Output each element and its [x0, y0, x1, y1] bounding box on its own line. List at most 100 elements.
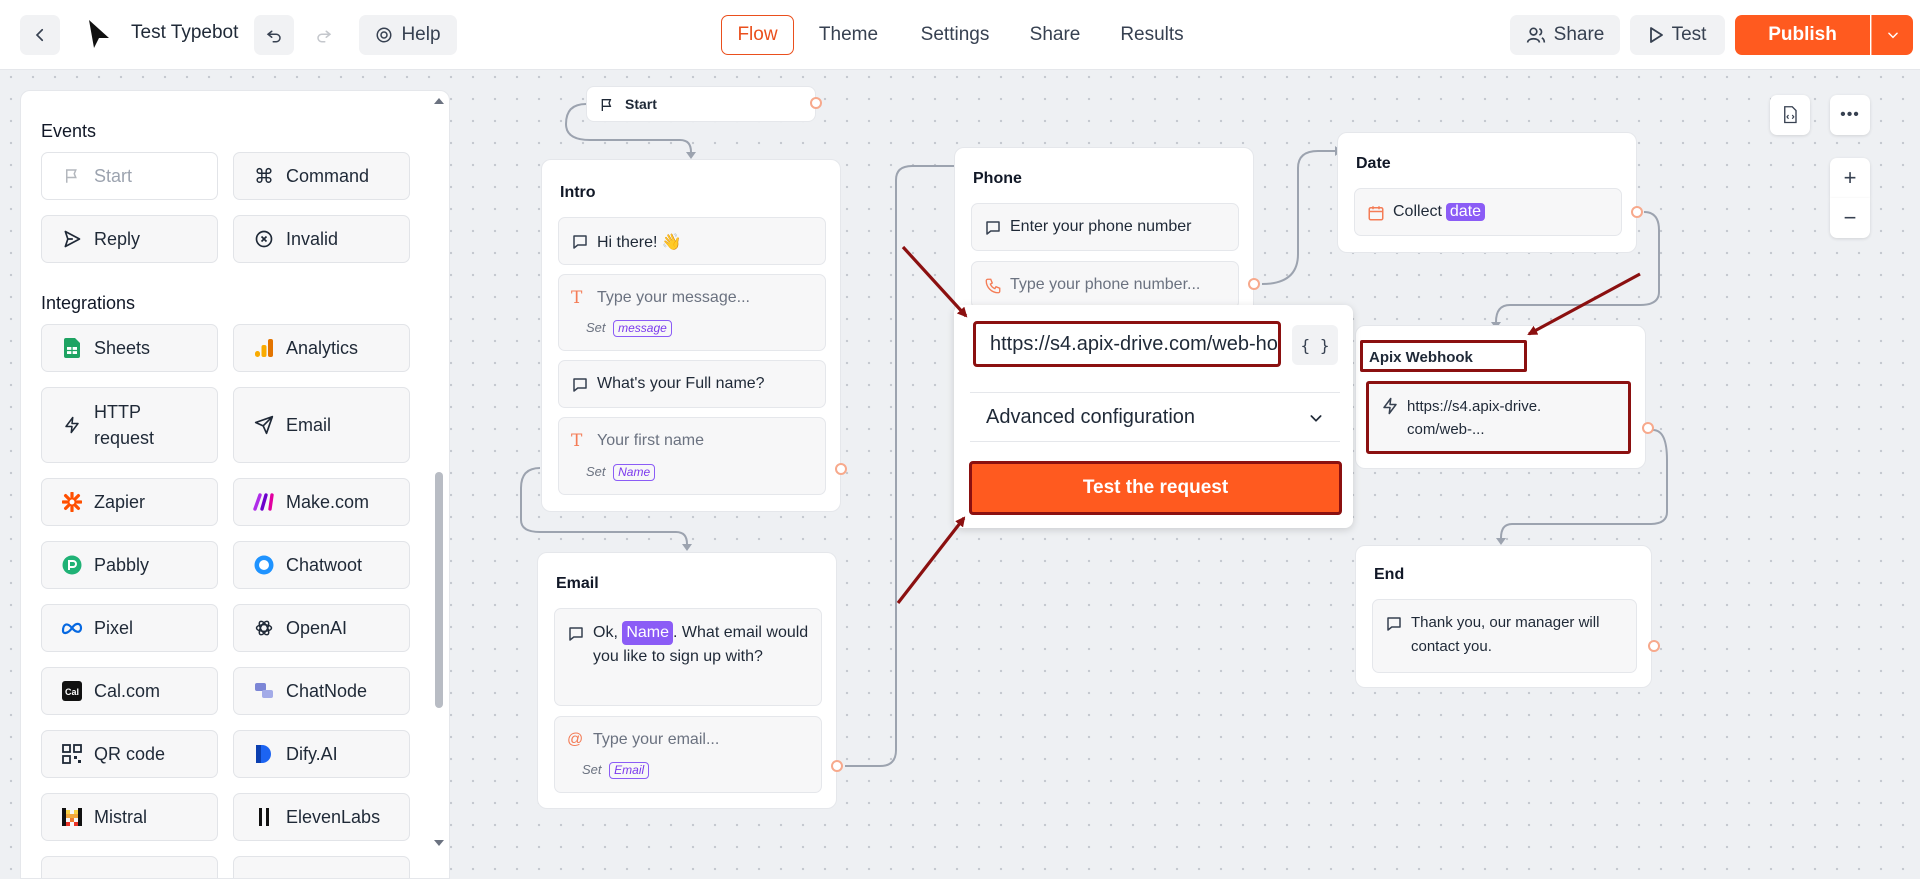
webhook-output-port[interactable]: [1642, 422, 1654, 434]
set-label: Set: [586, 320, 606, 335]
scroll-down-icon: [434, 840, 444, 846]
help-button[interactable]: Help: [359, 15, 457, 55]
block-command[interactable]: ⌘ Command: [233, 152, 410, 200]
text-bubble[interactable]: Enter your phone number: [971, 203, 1239, 251]
apix-webhook-group[interactable]: Apix Webhook https://s4.apix-drive.com/w…: [1355, 325, 1646, 469]
url-input[interactable]: https://s4.apix-drive.com/web-hook: [973, 321, 1281, 367]
block-sheets[interactable]: Sheets: [41, 324, 218, 372]
text-input-block[interactable]: T Type your message...: [558, 274, 826, 351]
block-invalid[interactable]: Invalid: [233, 215, 410, 263]
advanced-configuration-toggle[interactable]: Advanced configuration: [970, 392, 1340, 442]
insert-variable-button[interactable]: { }: [1292, 325, 1338, 365]
group-title[interactable]: Phone: [973, 170, 1022, 188]
chatwoot-icon: [254, 555, 274, 575]
block-http-request[interactable]: HTTP request: [41, 387, 218, 463]
block-label: Chatwoot: [286, 554, 363, 575]
block-chatnode[interactable]: ChatNode: [233, 667, 410, 715]
group-title[interactable]: Apix Webhook: [1369, 349, 1473, 366]
email-output-port[interactable]: [831, 760, 843, 772]
x-circle-icon: [255, 230, 273, 248]
bubble-text: Collect: [1393, 203, 1442, 220]
block-dify[interactable]: Dify.AI: [233, 730, 410, 778]
lightning-icon: [65, 416, 79, 434]
variable-tag: Email: [609, 762, 650, 779]
block-qr-code[interactable]: QR code: [41, 730, 218, 778]
block-pixel[interactable]: Pixel: [41, 604, 218, 652]
play-icon: [1649, 27, 1663, 43]
block-pabbly[interactable]: Pabbly: [41, 541, 218, 589]
text-bubble[interactable]: What's your Full name?: [558, 360, 826, 408]
chatnode-icon: [255, 683, 273, 698]
email-input-block[interactable]: @ Type your email...: [554, 716, 822, 793]
publish-dropdown-button[interactable]: [1871, 15, 1913, 55]
text-bubble[interactable]: Hi there! 👋: [558, 217, 826, 265]
sidebar-scroll-thumb[interactable]: [435, 472, 443, 708]
block-email[interactable]: Email: [233, 387, 410, 463]
tab-settings[interactable]: Settings: [910, 15, 1000, 55]
block-label: Start: [94, 165, 133, 186]
text-bubble[interactable]: Thank you, our manager will contact you.: [1372, 599, 1637, 673]
end-group[interactable]: End Thank you, our manager will contact …: [1355, 545, 1652, 688]
pabbly-icon: [62, 555, 82, 575]
group-title[interactable]: Intro: [560, 184, 596, 202]
group-title[interactable]: Email: [556, 575, 599, 593]
redo-button[interactable]: [304, 15, 344, 55]
start-block[interactable]: Start: [586, 86, 816, 122]
share-button[interactable]: Share: [1510, 15, 1620, 55]
block-label: Pixel: [94, 617, 134, 638]
block-cal[interactable]: Cal Cal.com: [41, 667, 218, 715]
block-analytics[interactable]: Analytics: [233, 324, 410, 372]
block-chatwoot[interactable]: Chatwoot: [233, 541, 410, 589]
block-label: Reply: [94, 228, 141, 249]
text-input-block[interactable]: T Your first name: [558, 417, 826, 495]
tab-results[interactable]: Results: [1110, 15, 1194, 55]
more-options-button[interactable]: •••: [1830, 95, 1870, 135]
block-openai[interactable]: OpenAI: [233, 604, 410, 652]
users-icon: [1526, 27, 1545, 43]
block-label: ElevenLabs: [286, 806, 381, 827]
export-button[interactable]: [1770, 95, 1810, 135]
block-make[interactable]: Make.com: [233, 478, 410, 526]
block-reply[interactable]: Reply: [41, 215, 218, 263]
date-input-block[interactable]: Collect date: [1354, 188, 1622, 236]
save-variable-label: Set Email: [582, 762, 650, 779]
group-title-box[interactable]: Apix Webhook: [1360, 340, 1527, 372]
text-bubble[interactable]: Ok, Name. What email would you like to s…: [554, 608, 822, 706]
phone-group[interactable]: Phone Enter your phone number Type your …: [954, 147, 1254, 317]
publish-button[interactable]: Publish: [1735, 15, 1870, 55]
zoom-in-button[interactable]: +: [1830, 158, 1870, 198]
end-output-port[interactable]: [1648, 640, 1660, 652]
tab-flow[interactable]: Flow: [721, 15, 794, 55]
phone-output-port[interactable]: [1248, 278, 1260, 290]
date-output-port[interactable]: [1631, 206, 1643, 218]
tab-share[interactable]: Share: [1022, 15, 1088, 55]
date-group[interactable]: Date Collect date: [1337, 132, 1637, 253]
block-zapier[interactable]: Zapier: [41, 478, 218, 526]
back-button[interactable]: [20, 15, 60, 55]
test-request-button[interactable]: Test the request: [969, 461, 1342, 515]
phone-input-block[interactable]: Type your phone number...: [971, 261, 1239, 309]
http-request-block[interactable]: https://s4.apix-drive.com/web-...: [1366, 381, 1631, 454]
undo-button[interactable]: [254, 15, 294, 55]
more-dots-icon: •••: [1840, 106, 1860, 123]
block-next[interactable]: [233, 856, 410, 878]
intro-output-port[interactable]: [835, 463, 847, 475]
test-button[interactable]: Test: [1630, 15, 1725, 55]
block-next[interactable]: [41, 856, 218, 878]
group-title[interactable]: End: [1374, 566, 1404, 584]
undo-icon: [266, 30, 281, 43]
start-output-port[interactable]: [810, 97, 822, 109]
email-group[interactable]: Email Ok, Name. What email would you lik…: [537, 552, 837, 809]
zoom-out-button[interactable]: −: [1830, 198, 1870, 238]
svg-text:Cal: Cal: [65, 687, 79, 697]
block-mistral[interactable]: Mistral: [41, 793, 218, 841]
group-title[interactable]: Date: [1356, 155, 1391, 173]
intro-group[interactable]: Intro Hi there! 👋 T Type your message...…: [541, 159, 841, 512]
chevron-down-icon: [1887, 32, 1898, 39]
block-elevenlabs[interactable]: ElevenLabs: [233, 793, 410, 841]
tab-theme[interactable]: Theme: [810, 15, 887, 55]
variable-pill: Name: [622, 621, 674, 645]
bot-name[interactable]: Test Typebot: [131, 22, 238, 44]
variable-tag: message: [613, 320, 672, 337]
sidebar-scrollbar[interactable]: [432, 90, 446, 850]
